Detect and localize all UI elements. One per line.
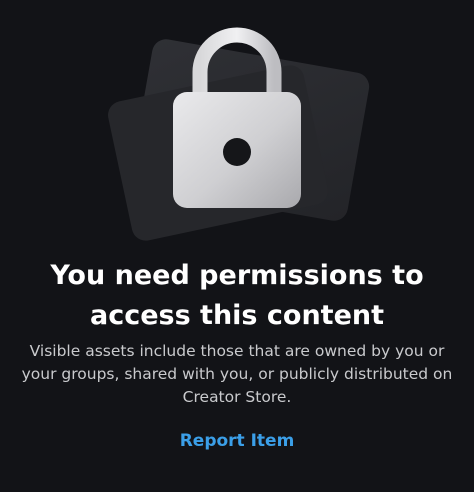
lock-illustration: [108, 27, 370, 241]
permission-denied-panel: You need permissions to access this cont…: [0, 0, 474, 492]
permission-title: You need permissions to access this cont…: [50, 260, 424, 331]
keyhole-icon: [223, 138, 251, 166]
permission-description: Visible assets include those that are ow…: [21, 342, 453, 406]
report-item-link[interactable]: Report Item: [0, 428, 474, 454]
